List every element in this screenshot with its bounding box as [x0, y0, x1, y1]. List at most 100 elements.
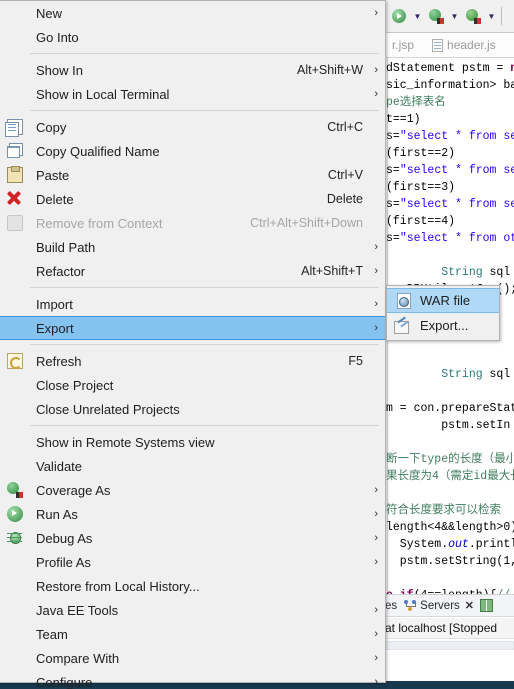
servers-icon — [403, 599, 417, 612]
menu-item-coverage-as[interactable]: Coverage As › — [0, 478, 385, 502]
menu-separator — [6, 53, 379, 54]
menu-item-configure[interactable]: Configure › — [0, 670, 385, 689]
run-icon — [392, 9, 406, 23]
bottom-tab-label: es — [385, 599, 398, 612]
menu-item-new[interactable]: New › — [0, 1, 385, 25]
debug-button[interactable] — [462, 5, 484, 27]
menu-item-label: Close Project — [36, 377, 114, 393]
chevron-right-icon: › — [374, 240, 378, 253]
menu-item-label: Team — [36, 626, 68, 642]
menu-item-copy[interactable]: Copy Ctrl+C — [0, 115, 385, 139]
coverage-icon — [7, 482, 23, 498]
menu-item-label: Copy — [36, 119, 67, 135]
context-menu[interactable]: New › Go Into Show In Alt+Shift+W › Show in Lo… — [0, 0, 386, 689]
menu-item-shortcut: Alt+Shift+T — [301, 264, 363, 278]
menu-item-label: Export — [36, 320, 74, 336]
menu-item-refresh[interactable]: Refresh F5 — [0, 349, 385, 373]
war-file-icon — [394, 292, 411, 309]
export-icon — [394, 318, 410, 334]
chevron-right-icon: › — [374, 264, 378, 277]
menu-item-go-into[interactable]: Go Into — [0, 25, 385, 49]
menu-item-copy-qualified-name[interactable]: Copy Qualified Name — [0, 139, 385, 163]
menu-item-label: Restore from Local History... — [36, 578, 200, 594]
menu-item-validate[interactable]: Validate — [0, 454, 385, 478]
chevron-right-icon: › — [374, 507, 378, 520]
menu-item-show-in-local-terminal[interactable]: Show in Local Terminal › — [0, 82, 385, 106]
editor-tab-header-js[interactable]: header.js — [423, 33, 505, 58]
remove-from-context-icon — [7, 215, 23, 231]
menu-item-refactor[interactable]: Refactor Alt+Shift+T › — [0, 259, 385, 283]
menu-item-label: Delete — [36, 191, 74, 207]
toolbar-button-group: ▼ ▼ ▼ — [388, 5, 505, 27]
menu-item-label: Build Path — [36, 239, 96, 255]
menu-item-shortcut: Ctrl+Alt+Shift+Down — [250, 216, 363, 230]
menu-item-show-in-remote-systems-view[interactable]: Show in Remote Systems view — [0, 430, 385, 454]
file-icon — [432, 38, 444, 52]
chevron-right-icon: › — [374, 63, 378, 76]
chevron-right-icon: › — [374, 483, 378, 496]
run-dropdown-button[interactable]: ▼ — [411, 5, 424, 27]
menu-item-delete[interactable]: Delete Delete — [0, 187, 385, 211]
menu-item-war-file[interactable]: WAR file — [387, 288, 499, 313]
server-status-text: at localhost [Stopped — [385, 621, 498, 635]
menu-item-java-ee-tools[interactable]: Java EE Tools › — [0, 598, 385, 622]
screen-root: ▼ ▼ ▼ r.jsp header.js dStatement pstm = … — [0, 0, 514, 689]
run-button[interactable] — [388, 5, 410, 27]
menu-item-debug-as[interactable]: Debug As › — [0, 526, 385, 550]
toolbar-separator — [501, 7, 503, 25]
close-icon[interactable]: ✕ — [465, 599, 474, 612]
menu-item-close-unrelated-projects[interactable]: Close Unrelated Projects — [0, 397, 385, 421]
menu-item-label: Run As — [36, 506, 78, 522]
menu-item-label: Import — [36, 296, 73, 312]
bottom-tab-snippets[interactable] — [480, 599, 493, 612]
menu-item-label: Remove from Context — [36, 215, 163, 231]
export-submenu[interactable]: WAR file Export... — [386, 285, 500, 341]
editor-tab-label: r.jsp — [392, 38, 415, 52]
menu-item-run-as[interactable]: Run As › — [0, 502, 385, 526]
menu-item-label: WAR file — [420, 293, 471, 308]
menu-item-import[interactable]: Import › — [0, 292, 385, 316]
menu-item-label: Refactor — [36, 263, 86, 279]
menu-item-label: New — [36, 5, 63, 21]
menu-item-show-in[interactable]: Show In Alt+Shift+W › — [0, 58, 385, 82]
menu-item-label: Show in Remote Systems view — [36, 434, 215, 450]
menu-item-compare-with[interactable]: Compare With › — [0, 646, 385, 670]
menu-item-label: Validate — [36, 458, 83, 474]
export-submenu-items: WAR file Export... — [387, 288, 499, 338]
menu-item-shortcut: F5 — [348, 354, 363, 368]
menu-item-shortcut: Alt+Shift+W — [297, 63, 363, 77]
run-icon — [7, 506, 23, 522]
horizontal-scrollbar[interactable] — [382, 641, 514, 650]
coverage-icon — [428, 8, 444, 24]
editor-tab-r-jsp[interactable]: r.jsp — [383, 33, 423, 58]
bottom-tab-servers[interactable]: Servers ✕ — [403, 599, 474, 612]
menu-item-label: Go Into — [36, 29, 79, 45]
chevron-down-icon: ▼ — [413, 11, 422, 21]
copy-qualified-name-icon — [7, 143, 23, 159]
chevron-right-icon: › — [374, 87, 378, 100]
menu-item-label: Refresh — [36, 353, 82, 369]
chevron-down-icon: ▼ — [487, 11, 496, 21]
menu-item-profile-as[interactable]: Profile As › — [0, 550, 385, 574]
menu-item-build-path[interactable]: Build Path › — [0, 235, 385, 259]
menu-item-label: Coverage As — [36, 482, 111, 498]
chevron-right-icon: › — [374, 675, 378, 688]
debug-icon — [465, 8, 481, 24]
menu-item-label: Paste — [36, 167, 70, 183]
menu-item-shortcut: Delete — [326, 192, 363, 206]
debug-dropdown-button[interactable]: ▼ — [485, 5, 498, 27]
editor-tab-label: header.js — [447, 38, 496, 52]
coverage-button[interactable] — [425, 5, 447, 27]
chevron-right-icon: › — [374, 651, 378, 664]
menu-item-paste[interactable]: Paste Ctrl+V — [0, 163, 385, 187]
bottom-tab-problems[interactable]: es — [385, 600, 397, 612]
menu-item-export[interactable]: Export › — [0, 316, 385, 340]
menu-item-team[interactable]: Team › — [0, 622, 385, 646]
menu-item-close-project[interactable]: Close Project — [0, 373, 385, 397]
menu-item-export[interactable]: Export... — [387, 313, 499, 338]
chevron-right-icon: › — [374, 531, 378, 544]
bottom-tab-label: Servers — [420, 599, 460, 612]
menu-item-restore-from-local-history[interactable]: Restore from Local History... — [0, 574, 385, 598]
menu-item-label: Export... — [420, 318, 469, 333]
coverage-dropdown-button[interactable]: ▼ — [448, 5, 461, 27]
